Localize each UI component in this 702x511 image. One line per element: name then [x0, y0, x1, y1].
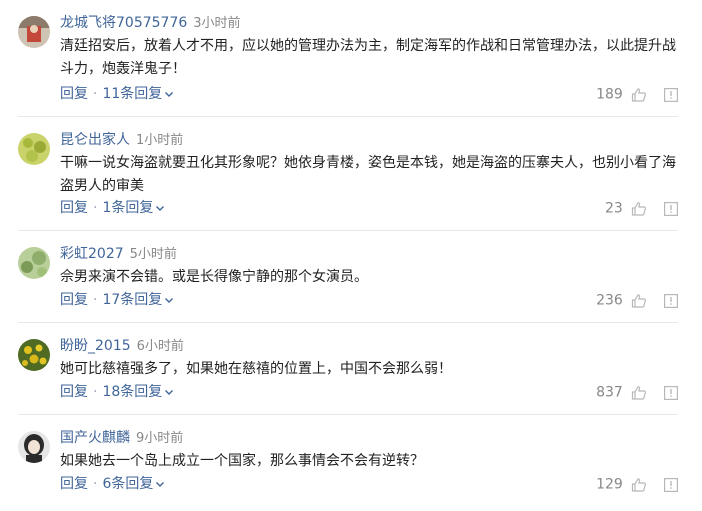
report-icon[interactable]: [664, 293, 678, 308]
thumbs-up-icon[interactable]: [631, 201, 647, 217]
separator-dot: ·: [93, 384, 98, 400]
replies-count-label: 17条回复: [102, 292, 163, 308]
report-icon[interactable]: [664, 201, 678, 216]
like-count: 23: [604, 200, 623, 217]
timestamp: 3小时前: [193, 16, 241, 31]
replies-count-label: 18条回复: [102, 384, 163, 400]
avatar[interactable]: [18, 431, 50, 463]
username[interactable]: 昆仑出家人: [60, 132, 130, 148]
comment-item: 国产火麒麟 9小时前 如果她去一个岛上成立一个国家，那么事情会不会有逆转？ 回复 ·…: [0, 415, 678, 511]
thumbs-up-icon[interactable]: [631, 87, 647, 103]
thumbs-up-icon[interactable]: [631, 477, 647, 493]
timestamp: 9小时前: [136, 431, 184, 446]
comment-text: 清廷招安后，放着人才不用，应以她的管理办法为主，制定海军的作战和日常管理办法，以…: [60, 38, 676, 77]
chevron-down-icon: [156, 206, 165, 211]
like-count: 837: [596, 384, 623, 401]
like-count: 236: [596, 292, 623, 309]
separator-dot: ·: [93, 292, 98, 308]
chevron-down-icon: [156, 482, 165, 487]
separator-dot: ·: [93, 86, 98, 102]
view-replies-button[interactable]: 6条回复: [102, 476, 165, 492]
like-count: 129: [596, 476, 623, 493]
comment-text: 她可比慈禧强多了，如果她在慈禧的位置上，中国不会那么弱！: [60, 361, 452, 377]
like-count: 189: [596, 86, 623, 103]
chevron-down-icon: [165, 298, 174, 303]
avatar[interactable]: [18, 133, 50, 165]
comment-list: 龙城飞将70575776 3小时前 清廷招安后，放着人才不用，应以她的管理办法为主…: [0, 0, 702, 511]
separator-dot: ·: [93, 476, 98, 492]
replies-count-label: 1条回复: [102, 200, 154, 216]
username[interactable]: 国产火麒麟: [60, 430, 130, 446]
timestamp: 6小时前: [136, 339, 184, 354]
username[interactable]: 彩虹2027: [60, 246, 124, 262]
separator-dot: ·: [93, 200, 98, 216]
replies-count-label: 11条回复: [102, 86, 163, 102]
username[interactable]: 盼盼_2015: [60, 338, 131, 354]
reply-button[interactable]: 回复: [60, 384, 88, 400]
chevron-down-icon: [165, 390, 174, 395]
reply-button[interactable]: 回复: [60, 200, 88, 216]
reply-button[interactable]: 回复: [60, 476, 88, 492]
timestamp: 5小时前: [129, 247, 177, 262]
comment-item: 彩虹2027 5小时前 佘男来演不会错。或是长得像宁静的那个女演员。 回复 · 17条…: [0, 231, 678, 323]
comment-item: 盼盼_2015 6小时前 她可比慈禧强多了，如果她在慈禧的位置上，中国不会那么弱！…: [0, 323, 678, 415]
view-replies-button[interactable]: 1条回复: [102, 200, 165, 216]
comment-item: 龙城飞将70575776 3小时前 清廷招安后，放着人才不用，应以她的管理办法为主…: [0, 0, 678, 117]
chevron-down-icon: [165, 92, 174, 97]
report-icon[interactable]: [664, 385, 678, 400]
avatar[interactable]: [18, 339, 50, 371]
report-icon[interactable]: [664, 87, 678, 102]
view-replies-button[interactable]: 17条回复: [102, 292, 174, 308]
username[interactable]: 龙城飞将70575776: [60, 15, 187, 31]
reply-button[interactable]: 回复: [60, 292, 88, 308]
report-icon[interactable]: [664, 477, 678, 492]
comment-text: 如果她去一个岛上成立一个国家，那么事情会不会有逆转？: [60, 453, 424, 469]
avatar[interactable]: [18, 247, 50, 279]
timestamp: 1小时前: [136, 133, 184, 148]
comment-text: 干嘛一说女海盗就要丑化其形象呢？她依身青楼，姿色是本钱，她是海盗的压寨夫人，也别…: [60, 155, 676, 194]
view-replies-button[interactable]: 11条回复: [102, 86, 174, 102]
thumbs-up-icon[interactable]: [631, 385, 647, 401]
comment-item: 昆仑出家人 1小时前 干嘛一说女海盗就要丑化其形象呢？她依身青楼，姿色是本钱，她是…: [0, 117, 678, 231]
view-replies-button[interactable]: 18条回复: [102, 384, 174, 400]
avatar[interactable]: [18, 16, 50, 48]
comment-text: 佘男来演不会错。或是长得像宁静的那个女演员。: [60, 269, 368, 285]
replies-count-label: 6条回复: [102, 476, 154, 492]
thumbs-up-icon[interactable]: [631, 293, 647, 309]
reply-button[interactable]: 回复: [60, 86, 88, 102]
